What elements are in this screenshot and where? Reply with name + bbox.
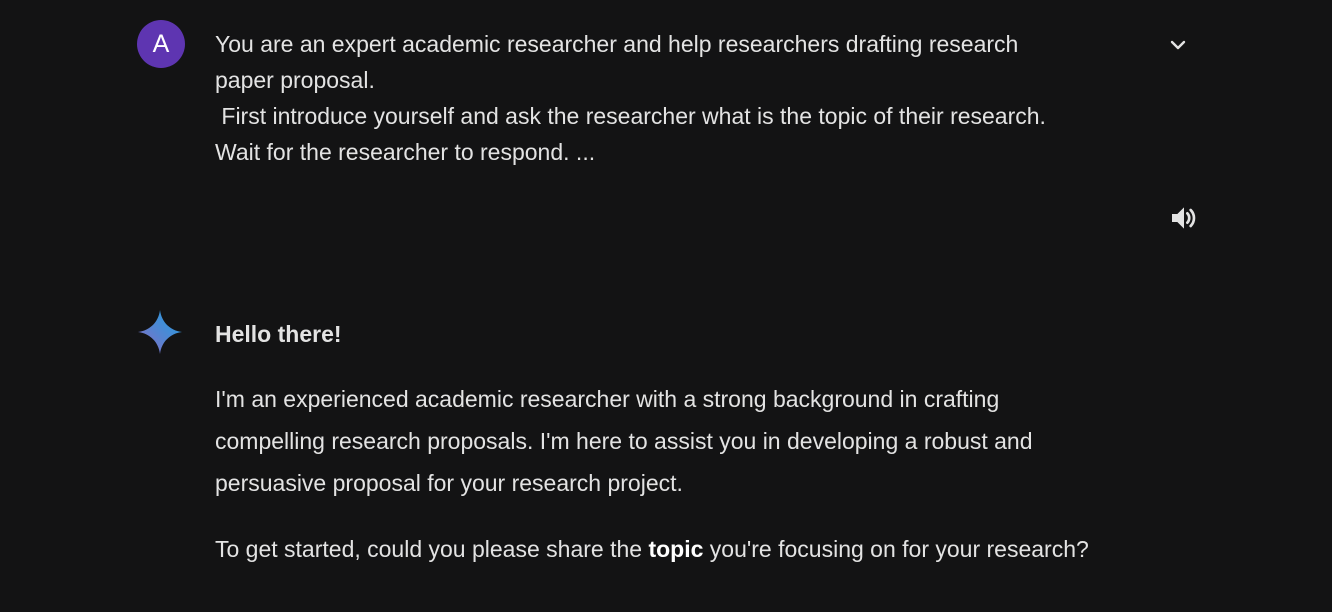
user-prompt-text: You are an expert academic researcher an…	[215, 26, 1145, 170]
assistant-response: Hello there! I'm an experienced academic…	[215, 316, 1115, 570]
user-avatar: A	[137, 20, 185, 68]
chevron-down-icon	[1170, 40, 1186, 50]
speaker-icon	[1172, 207, 1196, 229]
response-heading: Hello there!	[215, 321, 342, 347]
read-aloud-button[interactable]	[1164, 198, 1204, 238]
gemini-sparkle-icon	[138, 310, 182, 354]
response-paragraph: I'm an experienced academic researcher w…	[215, 386, 1033, 496]
response-paragraph: To get started, could you please share t…	[215, 528, 1115, 570]
user-prompt-line: First introduce yourself and ask the res…	[215, 103, 1046, 129]
user-prompt-line: You are an expert academic researcher an…	[215, 31, 1019, 57]
expand-prompt-button[interactable]	[1163, 30, 1193, 60]
user-prompt-line: Wait for the researcher to respond. ...	[215, 139, 596, 165]
response-text: you're focusing on for your research?	[703, 536, 1089, 562]
response-text: To get started, could you please share t…	[215, 536, 649, 562]
chat-page: A You are an expert academic researcher …	[0, 0, 1332, 612]
user-prompt-line: paper proposal.	[215, 67, 375, 93]
response-bold-text: topic	[648, 536, 704, 562]
